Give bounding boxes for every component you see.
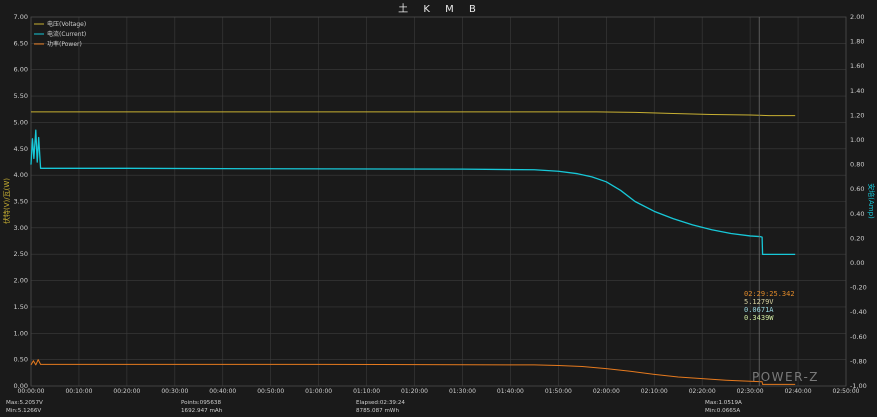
y-left-tick-label: 6.50 (14, 39, 28, 47)
x-tick-label: 02:50:00 (833, 388, 860, 395)
x-tick-label: 02:30:00 (737, 388, 764, 395)
y-right-tick-label: 0.20 (850, 234, 864, 242)
y-right-tick-label: 1.00 (850, 136, 864, 144)
stat-min-current: Min:0.0665A (705, 408, 740, 414)
x-tick-label: 01:20:00 (401, 388, 428, 395)
stat-points: Points:095638 (181, 400, 221, 406)
cursor-time: 02:29:25.342 (744, 290, 795, 298)
stat-energy: 8785.087 mWh (356, 408, 399, 414)
x-tick-label: 00:40:00 (209, 388, 236, 395)
x-tick-label: 01:00:00 (305, 388, 332, 395)
chart-svg: 0.00 0.50 1.00 1.50 2.00 2.50 3.00 3.50 4.00 4.50… (2, 13, 876, 414)
y-axis-right-ticks: -1.00-0.80-0.60-0.40-0.200.000.200.400.6… (850, 13, 867, 390)
y-right-tick-label: 0.40 (850, 210, 864, 218)
y-left-tick-label: 4.00 (14, 171, 28, 179)
y-right-tick-label: 0.00 (850, 259, 864, 267)
y-right-tick-label: -0.40 (850, 308, 867, 316)
stat-min-voltage: Min:5.1266V (6, 408, 41, 414)
y-left-tick-label: 3.50 (14, 198, 28, 206)
legend-current[interactable]: 电流(Current) (47, 30, 86, 38)
y-left-tick-label: 7.00 (14, 13, 28, 21)
legend-power[interactable]: 功率(Power) (47, 40, 82, 48)
x-tick-label: 01:50:00 (545, 388, 572, 395)
y-right-tick-label: -0.60 (850, 333, 867, 341)
y-axis-left-ticks: 0.000.501.001.502.002.503.003.504.004.50… (14, 13, 28, 390)
x-tick-label: 00:20:00 (113, 388, 140, 395)
y-axis-right-title: 安培(Amp) (867, 183, 876, 219)
y-right-tick-label: 2.00 (850, 13, 864, 21)
x-tick-label: 02:40:00 (785, 388, 812, 395)
y-right-tick-label: 1.40 (850, 87, 864, 95)
y-left-tick-label: 3.00 (14, 224, 28, 232)
x-tick-label: 01:10:00 (353, 388, 380, 395)
y-right-tick-label: 0.80 (850, 161, 864, 169)
y-right-tick-label: 1.80 (850, 38, 864, 46)
y-left-tick-label: 2.50 (14, 250, 28, 258)
stats-bar: Max:5.2057V Min:5.1266V Points:095638 16… (6, 400, 742, 414)
y-right-tick-label: -0.20 (850, 284, 867, 292)
y-axis-left-title: 伏特(V)/瓦(W) (2, 178, 11, 224)
power-z-watermark: POWER-Z (752, 370, 819, 384)
y-right-tick-label: 0.60 (850, 185, 864, 193)
y-left-tick-label: 1.00 (14, 329, 28, 337)
y-left-tick-label: 4.50 (14, 145, 28, 153)
x-tick-label: 00:50:00 (257, 388, 284, 395)
x-tick-label: 02:10:00 (641, 388, 668, 395)
y-right-tick-label: 1.20 (850, 111, 864, 119)
stat-max-voltage: Max:5.2057V (6, 400, 43, 406)
x-tick-label: 02:00:00 (593, 388, 620, 395)
cursor-power: 0.3439W (744, 314, 774, 322)
y-right-tick-label: 1.60 (850, 62, 864, 70)
x-tick-label: 00:00:00 (18, 388, 45, 395)
y-left-tick-label: 5.00 (14, 118, 28, 126)
y-left-tick-label: 6.00 (14, 66, 28, 74)
stat-max-current: Max:1.0519A (705, 400, 742, 406)
legend-voltage[interactable]: 电压(Voltage) (47, 20, 86, 28)
power-z-chart-window: 土 K M B 0.00 0.50 1.00 1.50 2.00 2.50 3.00 3.50… (0, 0, 877, 417)
cursor-current: 0.0671A (744, 306, 774, 314)
y-left-tick-label: 1.50 (14, 303, 28, 311)
y-right-tick-label: -0.80 (850, 357, 867, 365)
stat-elapsed: Elapsed:02:39:24 (356, 400, 405, 406)
x-axis-ticks: 00:00:00 00:10:00 00:20:00 00:30:00 00:40:00… (18, 388, 860, 395)
x-tick-label: 02:20:00 (689, 388, 716, 395)
y-left-tick-label: 2.00 (14, 277, 28, 285)
cursor-voltage: 5.1279V (744, 298, 774, 306)
y-left-tick-label: 0.50 (14, 356, 28, 364)
x-tick-label: 00:30:00 (161, 388, 188, 395)
legend: 电压(Voltage) 电流(Current) 功率(Power) (34, 20, 86, 48)
x-tick-label: 01:40:00 (497, 388, 524, 395)
x-tick-label: 00:10:00 (65, 388, 92, 395)
x-tick-label: 01:30:00 (449, 388, 476, 395)
y-left-tick-label: 5.50 (14, 92, 28, 100)
stat-capacity: 1692.947 mAh (181, 408, 223, 414)
